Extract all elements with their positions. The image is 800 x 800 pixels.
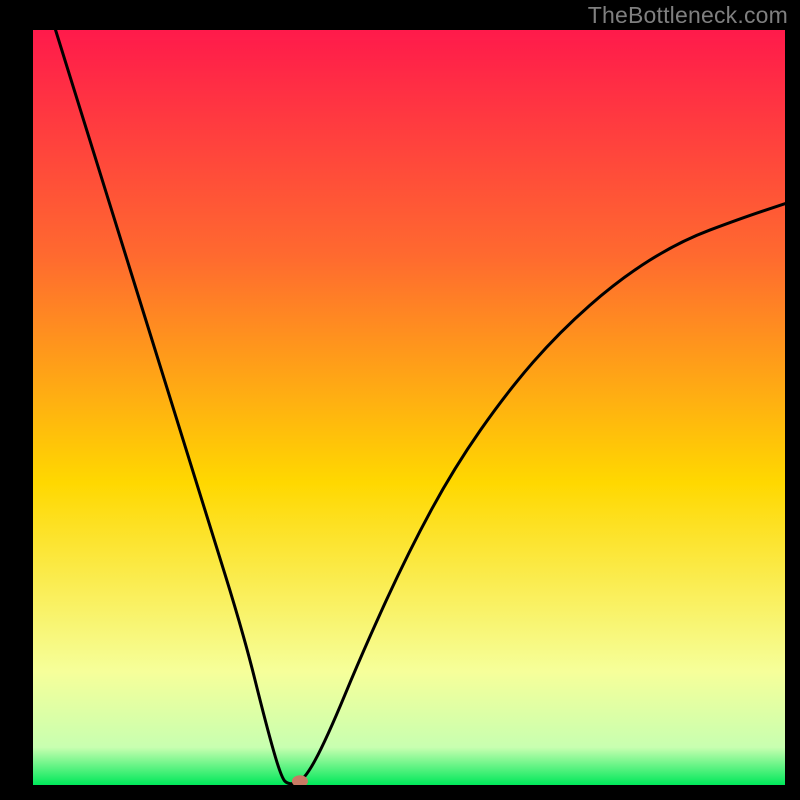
watermark-text: TheBottleneck.com <box>588 2 788 29</box>
gradient-background <box>33 30 785 785</box>
bottleneck-chart <box>0 0 800 800</box>
chart-frame: TheBottleneck.com <box>0 0 800 800</box>
